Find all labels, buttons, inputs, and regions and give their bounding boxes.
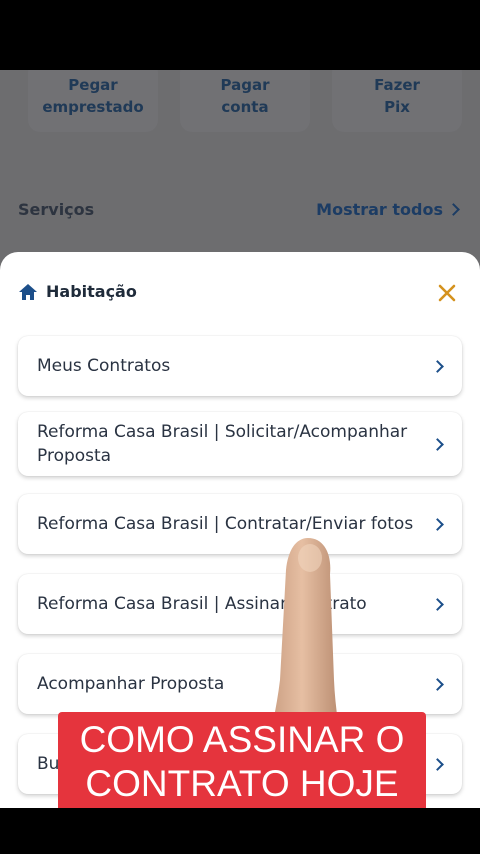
menu-item-label: Reforma Casa Brasil | Contratar/Enviar f… bbox=[37, 514, 414, 534]
show-all-link[interactable]: Mostrar todos bbox=[316, 200, 460, 219]
menu-item-meus-contratos[interactable]: Meus Contratos bbox=[18, 336, 462, 396]
chevron-right-icon bbox=[431, 359, 444, 373]
menu-item-label: Meus Contratos bbox=[37, 356, 171, 376]
quick-action-label: Fazer bbox=[374, 76, 420, 94]
caption-line: COMO ASSINAR O bbox=[79, 719, 405, 760]
caption-line: CONTRATO HOJE bbox=[85, 763, 399, 804]
chevron-right-icon bbox=[431, 437, 444, 451]
video-bottom-bar bbox=[0, 808, 480, 854]
menu-item-label: Acompanhar Proposta bbox=[37, 674, 225, 694]
menu-item-reforma-solicitar[interactable]: Reforma Casa Brasil | Solicitar/Acompanh… bbox=[18, 412, 462, 476]
video-caption-overlay: COMO ASSINAR O CONTRATO HOJE bbox=[58, 712, 426, 812]
show-all-label: Mostrar todos bbox=[316, 200, 443, 219]
quick-action-label: emprestado bbox=[42, 98, 144, 116]
home-icon bbox=[19, 283, 37, 300]
quick-action-label: Pix bbox=[384, 98, 410, 116]
sheet-header: Habitação bbox=[18, 282, 137, 301]
quick-actions-row: Pegar emprestado Pagar conta Fazer Pix bbox=[0, 70, 480, 140]
chevron-right-icon bbox=[431, 757, 444, 771]
chevron-right-icon bbox=[431, 677, 444, 691]
menu-item-reforma-assinar[interactable]: Reforma Casa Brasil | Assinar Contrato bbox=[18, 574, 462, 634]
services-title: Serviços bbox=[18, 200, 95, 219]
menu-item-label: Reforma Casa Brasil | Assinar Contrato bbox=[37, 594, 367, 614]
chevron-right-icon bbox=[447, 203, 460, 216]
chevron-right-icon bbox=[431, 597, 444, 611]
video-top-bar bbox=[0, 0, 480, 70]
quick-action-pagar-conta[interactable]: Pagar conta bbox=[180, 70, 310, 132]
menu-item-reforma-contratar[interactable]: Reforma Casa Brasil | Contratar/Enviar f… bbox=[18, 494, 462, 554]
quick-action-label: conta bbox=[221, 98, 269, 116]
quick-action-label: Pegar bbox=[68, 76, 118, 94]
menu-item-acompanhar-proposta[interactable]: Acompanhar Proposta bbox=[18, 654, 462, 714]
close-icon[interactable] bbox=[436, 282, 458, 304]
menu-item-label: Reforma Casa Brasil | Solicitar/Acompanh… bbox=[37, 422, 408, 466]
quick-action-label: Pagar bbox=[220, 76, 270, 94]
quick-action-pegar-emprestado[interactable]: Pegar emprestado bbox=[28, 70, 158, 132]
sheet-title: Habitação bbox=[46, 282, 137, 301]
quick-action-fazer-pix[interactable]: Fazer Pix bbox=[332, 70, 462, 132]
chevron-right-icon bbox=[431, 517, 444, 531]
